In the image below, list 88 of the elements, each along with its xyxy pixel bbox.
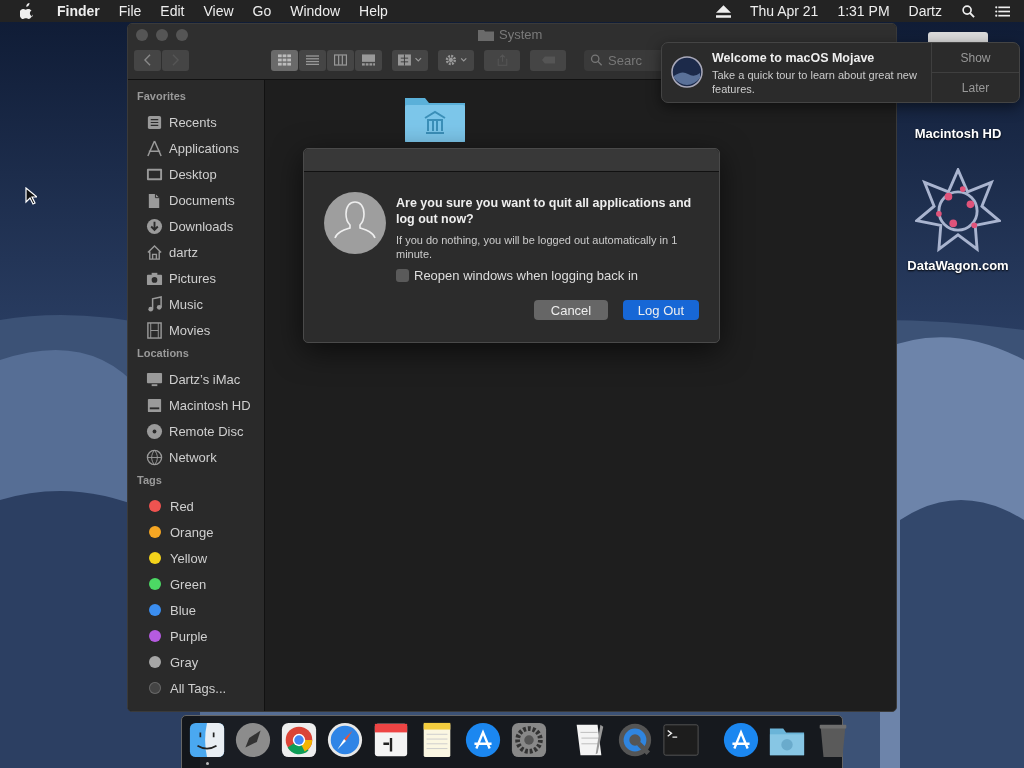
show-button[interactable]: Show (932, 43, 1019, 72)
menu-item[interactable]: Window (290, 3, 341, 19)
all-tags-icon (149, 682, 161, 694)
menu-date[interactable]: Thu Apr 21 (749, 3, 819, 19)
sidebar-item[interactable]: Pictures (137, 265, 264, 291)
calendar-icon[interactable] (372, 721, 410, 759)
search-icon[interactable] (961, 4, 976, 18)
sidebar-heading: Favorites (137, 90, 187, 104)
sidebar-item[interactable]: Documents (137, 187, 264, 213)
sidebar-item[interactable]: Downloads (137, 213, 264, 239)
menu-item[interactable]: Go (252, 3, 272, 19)
mountain-logo-icon (671, 56, 703, 88)
sidebar-item[interactable]: Network (137, 444, 264, 470)
monitor-icon (146, 370, 163, 388)
gear-caret-icon (444, 54, 468, 66)
back-button[interactable] (134, 49, 161, 71)
sidebar-item[interactable]: Movies (137, 317, 264, 343)
sidebar-item[interactable]: Purple (137, 623, 264, 649)
film-icon (146, 321, 163, 339)
grid-view-button[interactable] (271, 49, 298, 71)
sidebar-item[interactable]: Gray (137, 649, 264, 675)
list-view-button[interactable] (299, 49, 326, 71)
star-pattern-icon[interactable] (915, 168, 1001, 254)
gallery-view-button[interactable] (355, 49, 382, 71)
compass-icon[interactable] (326, 721, 364, 759)
later-button[interactable]: Later (932, 72, 1019, 102)
desktop-icon-label[interactable]: DataWagon.com (907, 258, 1009, 273)
app-store-icon[interactable] (722, 721, 760, 759)
list-icon[interactable] (995, 4, 1010, 18)
download-icon (146, 217, 163, 235)
log-out-button[interactable]: Log Out (623, 300, 699, 320)
sidebar-item[interactable]: Red (137, 493, 264, 519)
checkbox-label[interactable]: Reopen windows when logging back in (414, 268, 639, 283)
sidebar-item[interactable]: Dartz’s iMac (137, 366, 264, 392)
dialog-title: Are you sure you want to quit all applications and log out now? (396, 195, 693, 227)
gear-icon[interactable] (510, 721, 548, 759)
menu-item[interactable]: File (118, 3, 142, 19)
sidebar-heading: Locations (137, 347, 190, 361)
sidebar-item[interactable]: Macintosh HD (137, 392, 264, 418)
sidebar-item[interactable]: Recents (137, 109, 264, 135)
sidebar-item[interactable]: Orange (137, 519, 264, 545)
music-note-icon (146, 295, 163, 313)
eject-icon[interactable] (715, 4, 731, 18)
search-icon (590, 53, 603, 66)
sidebar-item[interactable]: dartz (137, 239, 264, 265)
sidebar-item[interactable]: Desktop (137, 161, 264, 187)
sidebar-item[interactable]: Blue (137, 597, 264, 623)
window-title: System (499, 27, 543, 42)
notification-body: Take a quick tour to learn about great new features. (712, 68, 918, 96)
tray-icon (146, 113, 163, 131)
grid-caret-icon (398, 54, 422, 66)
chrome-icon[interactable] (280, 721, 318, 759)
menu-item[interactable]: Finder (57, 3, 100, 19)
globe-icon (146, 448, 163, 466)
sidebar-item[interactable]: Remote Disc (137, 418, 264, 444)
drive-icon (146, 396, 163, 414)
menu-item[interactable]: Edit (160, 3, 185, 19)
action-button[interactable] (438, 49, 474, 71)
house-icon (146, 243, 163, 261)
menu-item[interactable]: Help (359, 3, 388, 19)
app-store-icon (146, 139, 163, 157)
menu-item[interactable]: View (203, 3, 234, 19)
sidebar-item[interactable]: Green (137, 571, 264, 597)
dialog-message: If you do nothing, you will be logged out automatically in 1 minute. (396, 233, 679, 261)
group-button[interactable] (392, 49, 428, 71)
sidebar-item[interactable]: Applications (137, 135, 264, 161)
app-store-icon[interactable] (464, 721, 502, 759)
sidebar-item[interactable]: Music (137, 291, 264, 317)
sidebar-item[interactable]: All Tags... (137, 675, 264, 701)
quicktime-icon[interactable] (616, 721, 654, 759)
menu-clock[interactable]: 1:31 PM (837, 3, 890, 19)
apple-logo-icon[interactable] (20, 3, 34, 19)
checkbox[interactable] (396, 269, 409, 282)
sidebar-heading: Tags (137, 474, 163, 488)
disc-icon (146, 422, 163, 440)
sidebar-item[interactable]: Yellow (137, 545, 264, 571)
desktop-icon-label[interactable]: Macintosh HD (914, 126, 1002, 141)
cursor-icon (25, 187, 37, 205)
grid-view-icon (278, 54, 291, 66)
user-avatar-icon (324, 192, 386, 254)
user-menu[interactable]: Dartz (908, 3, 942, 19)
columns-view-icon (334, 54, 347, 66)
columns-view-button[interactable] (327, 49, 354, 71)
gallery-view-icon (362, 54, 375, 66)
folder-icon (478, 28, 494, 41)
list-view-icon (306, 54, 319, 66)
cancel-button[interactable]: Cancel (534, 300, 608, 320)
finder-icon[interactable] (188, 721, 226, 759)
